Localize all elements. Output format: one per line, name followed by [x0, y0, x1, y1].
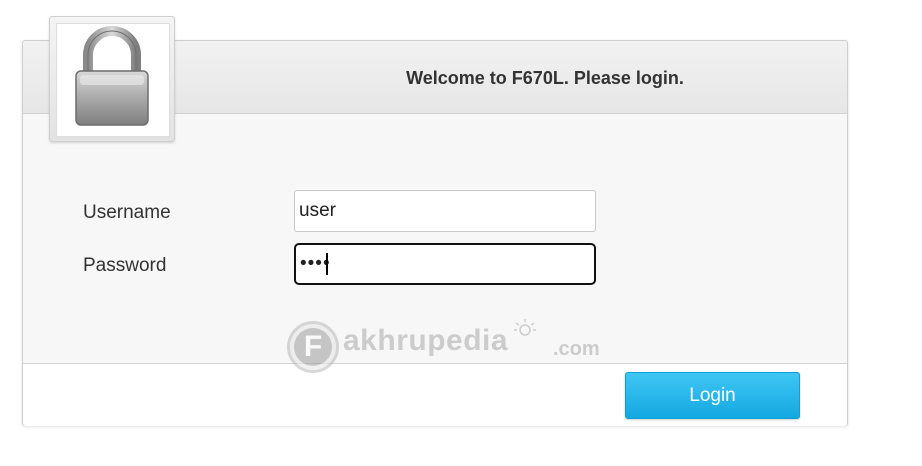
lightbulb-icon	[514, 319, 536, 336]
username-label: Username	[83, 202, 171, 223]
login-button[interactable]: Login	[625, 372, 800, 419]
username-input[interactable]	[294, 190, 596, 232]
lock-tile	[49, 16, 175, 142]
text-caret	[326, 253, 328, 275]
password-input[interactable]	[294, 243, 596, 285]
page: Welcome to F670L. Please login. Username…	[0, 0, 922, 466]
watermark-tld: .com	[553, 338, 600, 360]
watermark-name: akhrupedia	[343, 324, 509, 357]
lock-icon	[75, 26, 149, 126]
watermark-logo: F	[287, 321, 339, 373]
watermark: F akhrupedia .com	[287, 318, 617, 380]
password-label: Password	[83, 255, 167, 276]
